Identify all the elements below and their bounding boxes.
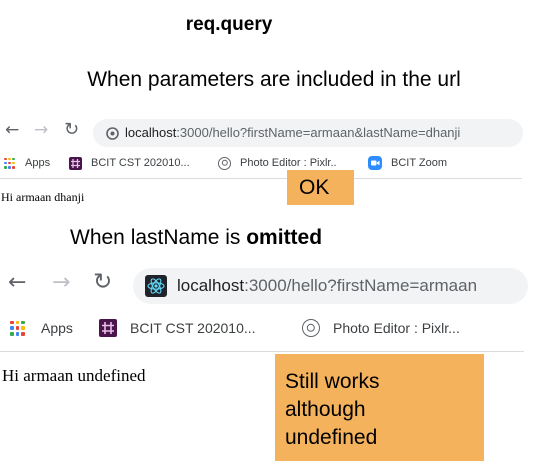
url-text[interactable]: localhost:3000/hello?firstName=armaan — [177, 276, 477, 296]
page-output-text: Hi armaan undefined — [2, 366, 146, 385]
toolbar-divider — [0, 178, 522, 179]
react-icon[interactable] — [145, 275, 167, 297]
address-bar[interactable]: localhost:3000/hello?firstName=armaan — [133, 268, 528, 304]
url-path: :3000/hello?firstName=armaan&lastName=dh… — [176, 125, 461, 140]
bookmark-label: Photo Editor : Pixlr... — [333, 320, 460, 336]
bookmark-label: BCIT Zoom — [391, 157, 448, 169]
note-ok: OK — [287, 170, 354, 205]
page-output-text: Hi armaan dhanji — [1, 190, 85, 204]
bookmark-bcit-zoom[interactable]: BCIT Zoom — [368, 155, 447, 171]
reload-button[interactable]: ↻ — [93, 269, 112, 295]
note-line: undefined — [285, 426, 378, 449]
url-path: :3000/hello?firstName=armaan — [244, 276, 478, 295]
heading-emphasis: omitted — [246, 226, 323, 249]
heading-text: When lastName is — [70, 226, 247, 249]
url-text[interactable]: localhost:3000/hello?firstName=armaan&la… — [125, 125, 460, 141]
forward-button[interactable]: → — [52, 270, 70, 295]
aperture-icon — [302, 319, 320, 337]
zoom-icon — [368, 156, 382, 170]
bookmark-photo-editor[interactable]: Photo Editor : Pixlr... — [302, 318, 460, 338]
bookmark-apps[interactable]: Apps — [4, 155, 50, 171]
aperture-icon — [218, 156, 231, 170]
note-line: Still works — [285, 370, 380, 393]
bookmark-label: Apps — [25, 157, 51, 169]
slack-icon — [99, 319, 117, 337]
forward-button[interactable]: → — [34, 120, 48, 140]
toolbar-divider — [0, 351, 524, 352]
bookmark-apps[interactable]: Apps — [10, 318, 73, 338]
bookmark-bcit-zoom[interactable] — [508, 318, 522, 336]
section2-heading: When lastName is omitted — [70, 226, 322, 250]
back-button[interactable]: ← — [5, 120, 19, 140]
url-host: localhost — [177, 276, 245, 295]
note-still-works: Still works although undefined — [275, 354, 484, 461]
bookmark-bcit-cst[interactable]: BCIT CST 202010... — [99, 318, 256, 338]
apps-grid-icon — [4, 157, 15, 169]
note-text: Still works although undefined — [285, 368, 380, 452]
bookmark-label: Photo Editor : Pixlr... — [240, 157, 336, 169]
back-button[interactable]: ← — [8, 270, 26, 295]
note-text: OK — [299, 176, 330, 199]
address-bar[interactable]: localhost:3000/hello?firstName=armaan&la… — [93, 119, 523, 147]
bookmark-label: BCIT CST 202010... — [91, 157, 190, 169]
bookmark-label: BCIT CST 202010... — [130, 320, 256, 336]
reload-button[interactable]: ↻ — [64, 119, 79, 140]
note-line: although — [285, 398, 366, 421]
slack-icon — [69, 156, 82, 170]
bookmark-bcit-cst[interactable]: BCIT CST 202010... — [69, 155, 190, 171]
slide-title: req.query — [185, 14, 273, 35]
bookmark-label: Apps — [41, 320, 73, 336]
url-host: localhost — [125, 125, 177, 140]
site-info-icon[interactable] — [106, 127, 119, 140]
apps-grid-icon — [10, 320, 25, 336]
bookmark-photo-editor[interactable]: Photo Editor : Pixlr... — [218, 155, 336, 171]
section1-heading: When parameters are included in the url — [87, 68, 461, 91]
